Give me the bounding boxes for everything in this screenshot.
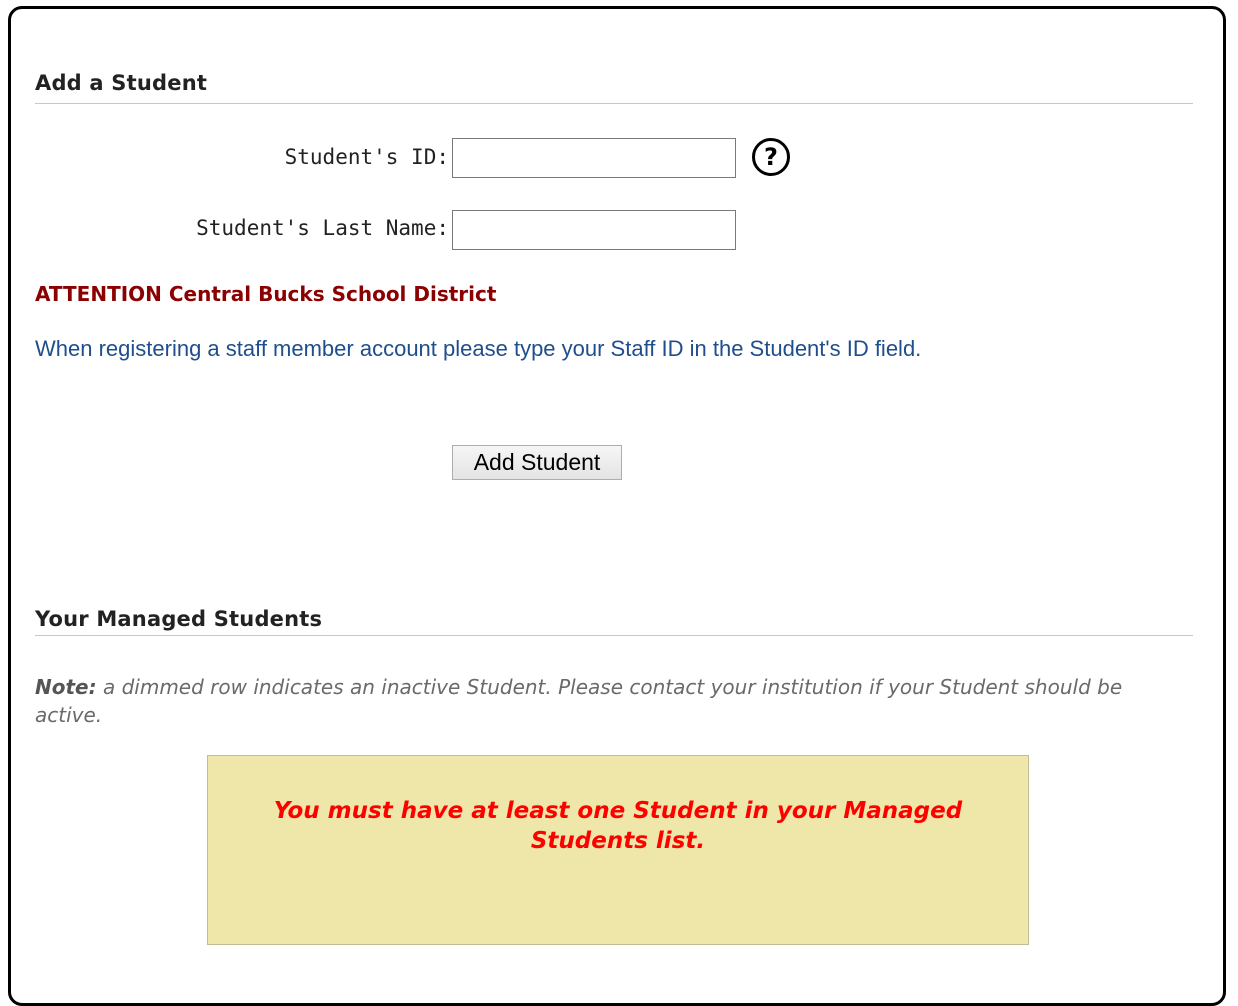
note-text: a dimmed row indicates an inactive Stude… xyxy=(35,675,1123,727)
student-id-label: Student's ID: xyxy=(284,145,449,169)
managed-students-divider xyxy=(35,635,1193,636)
add-student-button[interactable]: Add Student xyxy=(452,445,622,480)
note-label: Note: xyxy=(35,675,97,699)
add-student-divider xyxy=(35,103,1193,104)
empty-list-warning-box: You must have at least one Student in yo… xyxy=(207,755,1029,945)
last-name-input[interactable] xyxy=(452,210,736,250)
student-id-input[interactable] xyxy=(452,138,736,178)
add-student-heading: Add a Student xyxy=(35,71,208,95)
empty-list-warning: You must have at least one Student in yo… xyxy=(273,798,963,854)
question-circle-icon[interactable]: ? xyxy=(752,138,790,176)
main-panel: Add a Student Student's ID: ? Student's … xyxy=(8,6,1226,1006)
last-name-label: Student's Last Name: xyxy=(196,216,449,240)
attention-notice: ATTENTION Central Bucks School District xyxy=(35,282,497,306)
inactive-student-note: Note: a dimmed row indicates an inactive… xyxy=(35,673,1155,729)
managed-students-heading: Your Managed Students xyxy=(35,607,323,631)
staff-id-instructions: When registering a staff member account … xyxy=(35,336,922,361)
